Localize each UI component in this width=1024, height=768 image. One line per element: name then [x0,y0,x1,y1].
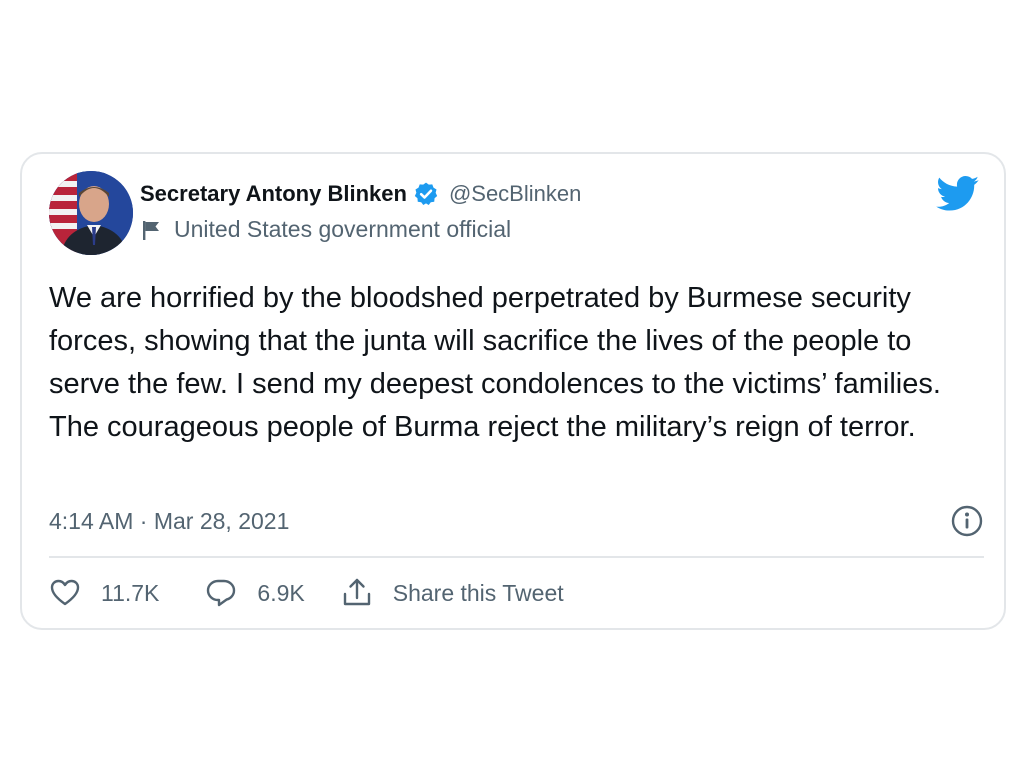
share-icon [343,578,370,606]
verified-badge-icon [413,181,439,207]
share-label: Share this Tweet [392,579,564,606]
government-label[interactable]: United States government official [174,216,511,243]
account-label-row: United States government official [140,216,511,243]
info-icon[interactable] [950,504,984,538]
tweet-timestamp[interactable]: 4:14 AM · Mar 28, 2021 [49,508,289,535]
tweet-card[interactable]: Secretary Antony Blinken @SecBlinken Uni… [20,152,1006,630]
divider [49,556,984,558]
tweet-meta-row: 4:14 AM · Mar 28, 2021 [49,504,984,538]
author-handle[interactable]: @SecBlinken [449,181,581,207]
reply-bubble-icon [207,579,236,607]
twitter-bird-icon[interactable] [936,176,980,212]
like-button[interactable]: 11.7K [49,577,159,609]
author-name-row: Secretary Antony Blinken @SecBlinken [140,181,581,207]
reply-count: 6.9K [257,579,305,606]
tweet-text: We are horrified by the bloodshed perpet… [49,282,941,443]
government-flag-icon [140,219,162,241]
like-count: 11.7K [101,579,160,606]
reply-button[interactable]: 6.9K [205,577,305,609]
tweet-actions: 11.7K 6.9K Share this Tweet [49,577,564,609]
avatar[interactable] [49,171,133,255]
author-display-name[interactable]: Secretary Antony Blinken [140,181,407,207]
heart-icon [50,579,80,606]
share-button[interactable]: Share this Tweet [341,577,564,609]
